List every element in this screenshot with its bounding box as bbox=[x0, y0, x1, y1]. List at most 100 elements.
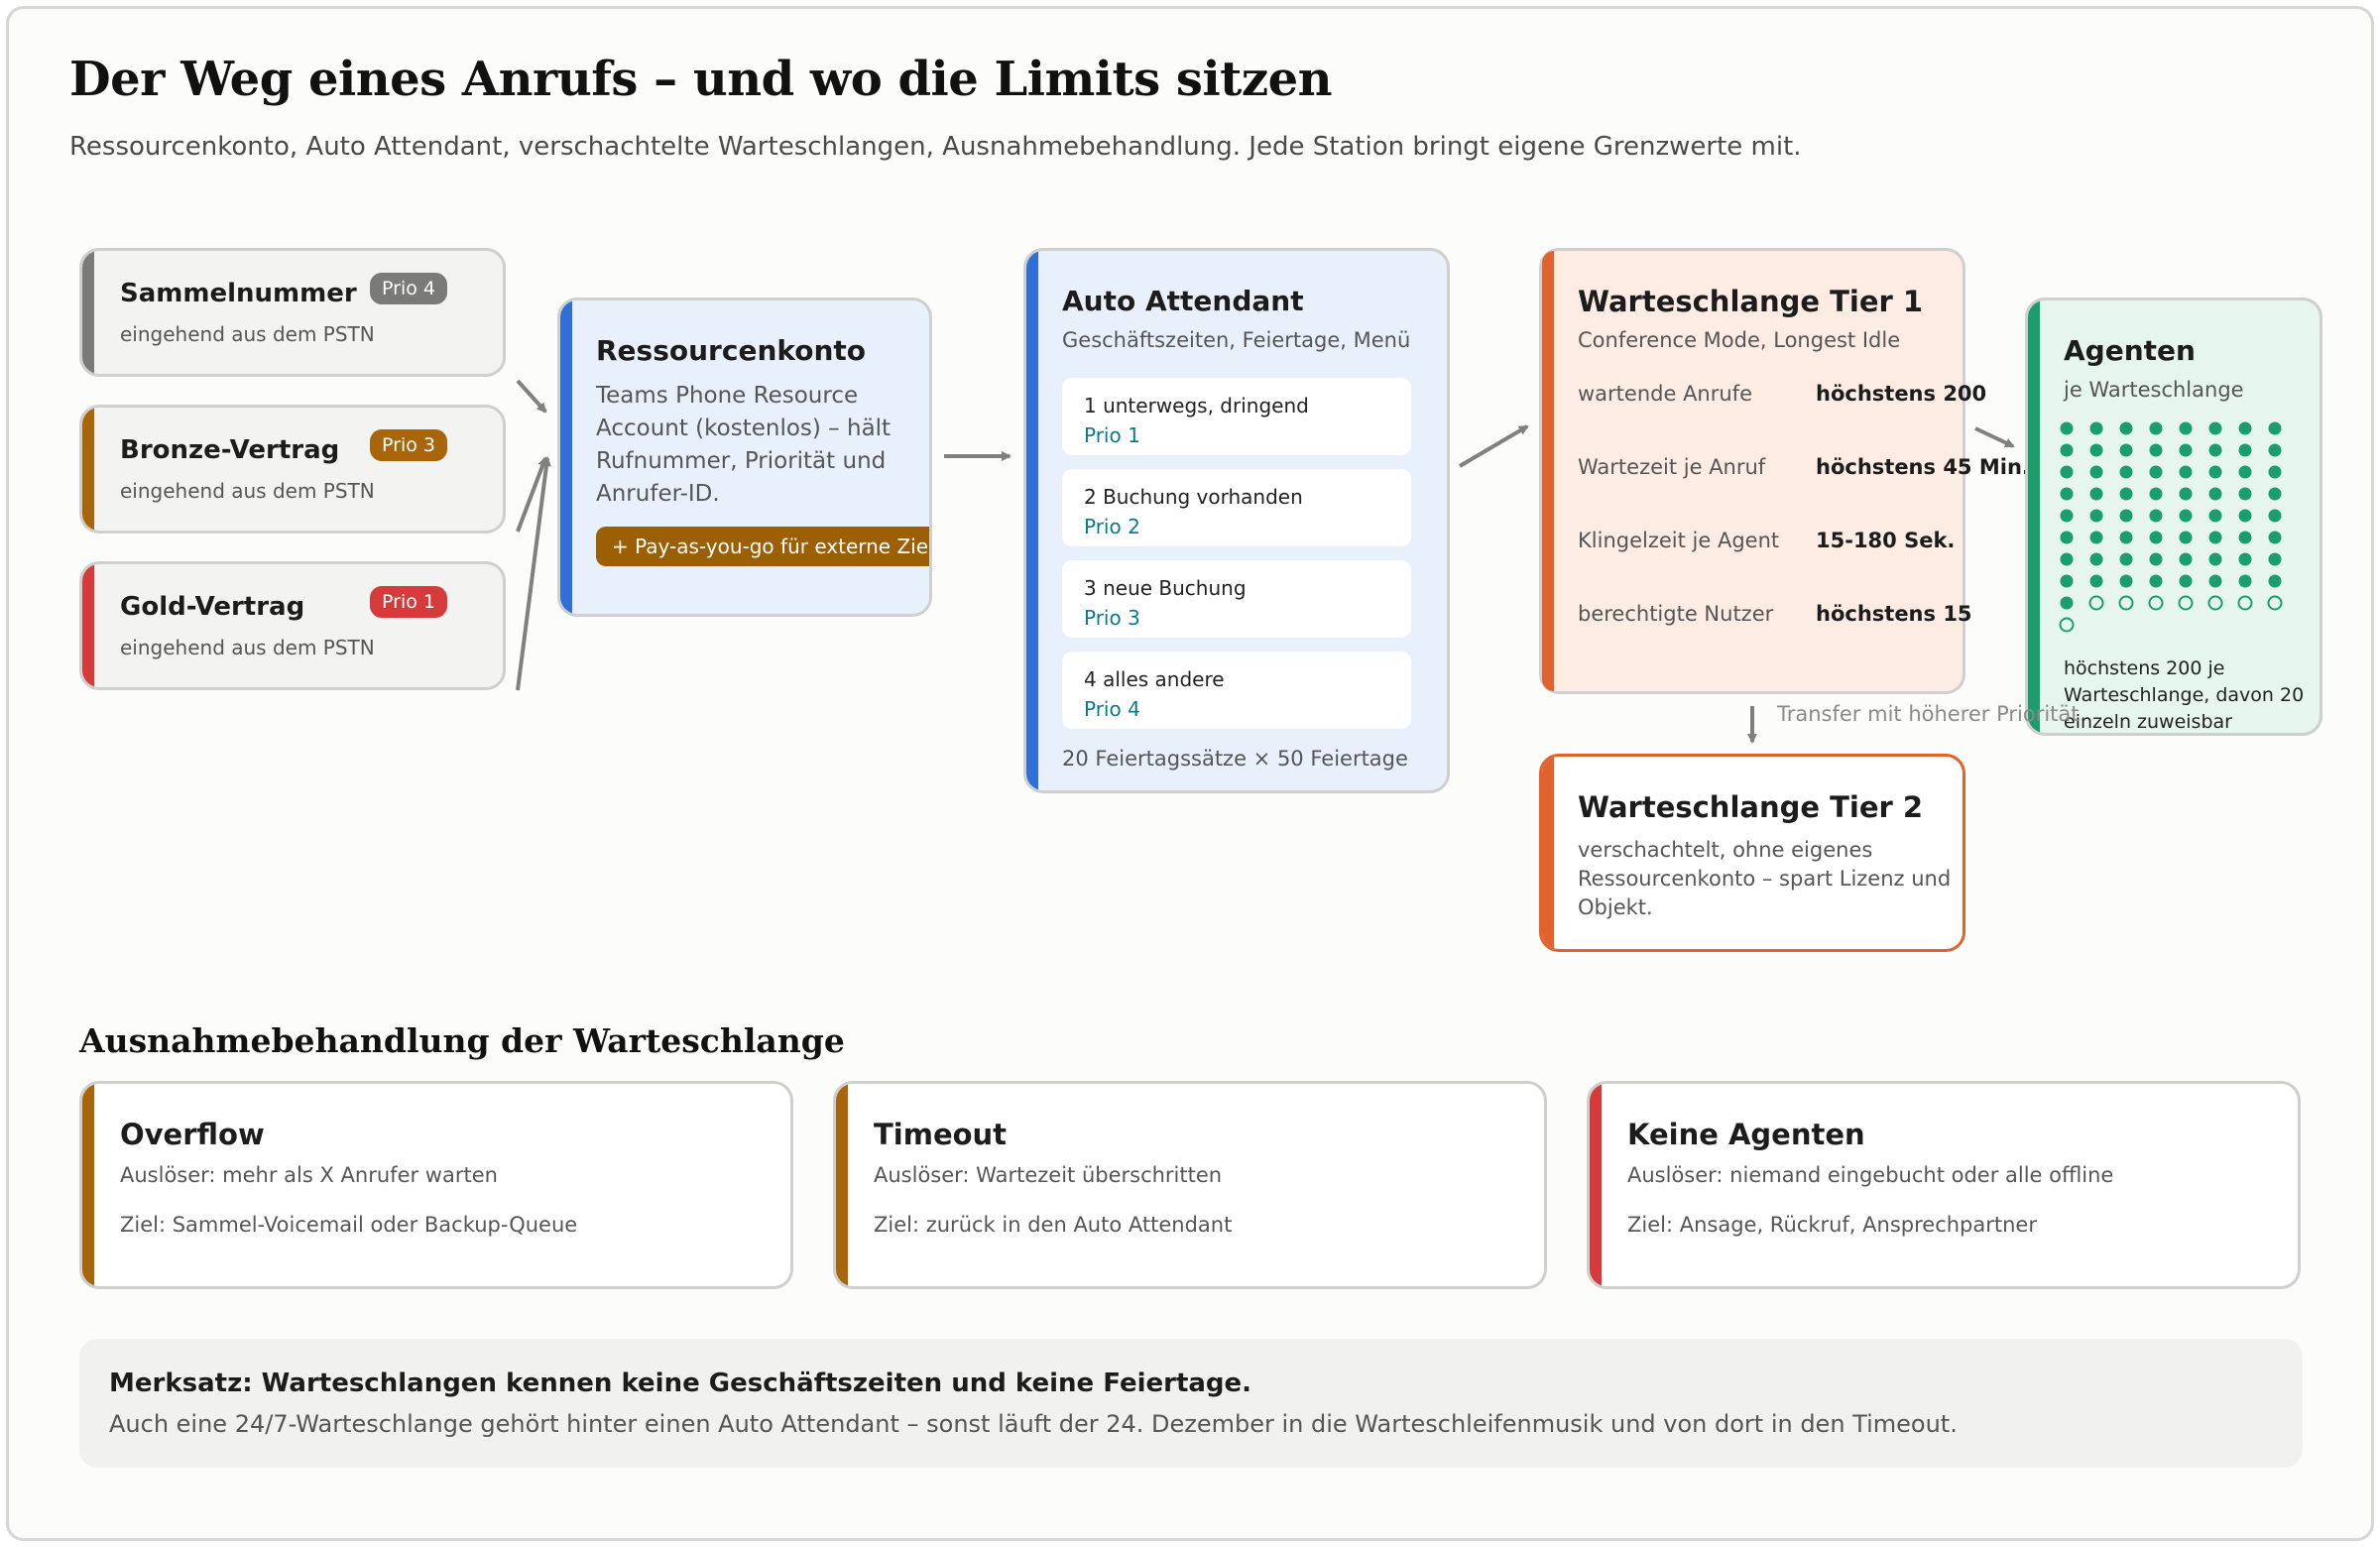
agent-dot-filled bbox=[2238, 421, 2252, 435]
memo-text: Auch eine 24/7-Warteschlange gehört hint… bbox=[109, 1410, 1958, 1438]
arrow-aa-to-queue bbox=[1458, 424, 1529, 468]
menu-option-2: 2 Buchung vorhanden Prio 2 bbox=[1062, 469, 1411, 546]
menu-option-prio: Prio 3 bbox=[1084, 606, 1140, 630]
queue-tier1-card: Warteschlange Tier 1 Conference Mode, Lo… bbox=[1539, 248, 2030, 694]
agent-dot-open bbox=[2088, 595, 2104, 611]
menu-option-prio: Prio 4 bbox=[1084, 697, 1140, 721]
menu-option-prio: Prio 1 bbox=[1084, 423, 1140, 447]
agent-dot-filled bbox=[2179, 509, 2193, 523]
resource-account-card: Ressourcenkonto Teams Phone Resource Acc… bbox=[557, 298, 932, 617]
agent-dot-filled bbox=[2268, 552, 2282, 566]
menu-option-4: 4 alles andere Prio 4 bbox=[1062, 652, 1411, 729]
source-accent-bar bbox=[82, 564, 94, 687]
source-desc: eingehend aus dem PSTN bbox=[120, 636, 375, 659]
resource-title: Ressourcenkonto bbox=[596, 334, 867, 367]
resource-accent-bar bbox=[560, 300, 572, 614]
queue-accent-bar bbox=[1542, 251, 1554, 691]
agent-dot-filled bbox=[2149, 443, 2163, 457]
agent-dot-filled bbox=[2238, 465, 2252, 479]
agent-dot-filled bbox=[2119, 465, 2133, 479]
agent-dot-filled bbox=[2119, 531, 2133, 544]
memo-box: Merksatz: Warteschlangen kennen keine Ge… bbox=[79, 1339, 2303, 1468]
limit-key: berechtigte Nutzer bbox=[1578, 602, 1774, 626]
exception-card-overflow: Overflow Auslöser: mehr als X Anrufer wa… bbox=[79, 1081, 793, 1289]
agent-dot-filled bbox=[2268, 509, 2282, 523]
exception-accent-bar bbox=[836, 1084, 848, 1286]
agent-dot-filled bbox=[2149, 487, 2163, 501]
agent-dot-filled bbox=[2060, 421, 2074, 435]
source-desc: eingehend aus dem PSTN bbox=[120, 322, 375, 346]
queue-tier2-card: Warteschlange Tier 2 verschachtelt, ohne… bbox=[1539, 754, 1965, 952]
source-accent-bar bbox=[82, 251, 94, 374]
agent-dot-filled bbox=[2238, 531, 2252, 544]
agents-accent-bar bbox=[2028, 300, 2040, 733]
priority-badge: Prio 4 bbox=[370, 273, 447, 304]
agent-dot-filled bbox=[2208, 465, 2222, 479]
auto-attendant-card: Auto Attendant Geschäftszeiten, Feiertag… bbox=[1023, 248, 1450, 793]
limit-key: Klingelzeit je Agent bbox=[1578, 529, 1780, 552]
payg-pill: + Pay-as-you-go für externe Ziele bbox=[596, 527, 929, 566]
menu-option-label: 2 Buchung vorhanden bbox=[1084, 485, 1303, 509]
agent-dot-filled bbox=[2179, 443, 2193, 457]
agent-dot-filled bbox=[2060, 509, 2074, 523]
agent-dot-filled bbox=[2208, 443, 2222, 457]
agent-dot-filled bbox=[2268, 465, 2282, 479]
agents-title: Agenten bbox=[2064, 334, 2196, 367]
menu-option-label: 1 unterwegs, dringend bbox=[1084, 394, 1309, 417]
agent-dot-filled bbox=[2238, 552, 2252, 566]
agent-dot-filled bbox=[2119, 443, 2133, 457]
agent-dot-open bbox=[2059, 617, 2075, 633]
queue-tier2-desc: verschachtelt, ohne eigenes Ressourcenko… bbox=[1578, 838, 1952, 919]
source-card-gold: Gold-Vertrag eingehend aus dem PSTN Prio… bbox=[79, 561, 506, 690]
agent-dot-filled bbox=[2119, 421, 2133, 435]
agent-dot-filled bbox=[2089, 531, 2103, 544]
agent-dot-filled bbox=[2149, 465, 2163, 479]
agent-dot-filled bbox=[2089, 487, 2103, 501]
exception-trigger: Auslöser: Wartezeit überschritten bbox=[874, 1163, 1223, 1187]
agent-dot-open bbox=[2267, 595, 2283, 611]
agents-card: Agenten je Warteschlange höchstens 200 j… bbox=[2025, 298, 2322, 736]
source-name: Gold-Vertrag bbox=[120, 592, 305, 622]
exception-target: Ziel: Ansage, Rückruf, Ansprechpartner bbox=[1627, 1213, 2037, 1237]
exception-card-no-agents: Keine Agenten Auslöser: niemand eingebuc… bbox=[1587, 1081, 2301, 1289]
agent-dot-filled bbox=[2179, 465, 2193, 479]
source-accent-bar bbox=[82, 408, 94, 531]
limit-value: höchstens 45 Min. bbox=[1816, 455, 2030, 479]
agent-dot-open bbox=[2118, 595, 2134, 611]
limit-value: höchstens 15 bbox=[1816, 602, 1972, 626]
agents-footer: höchstens 200 je Warteschlange, davon 20… bbox=[2064, 657, 2305, 733]
agent-dot-filled bbox=[2268, 574, 2282, 588]
agent-dot-filled bbox=[2089, 552, 2103, 566]
queue-tier2-accent-bar bbox=[1542, 757, 1554, 949]
agent-dot-filled bbox=[2208, 531, 2222, 544]
agent-dot-filled bbox=[2208, 421, 2222, 435]
agent-dot-filled bbox=[2060, 574, 2074, 588]
agent-dot-filled bbox=[2238, 443, 2252, 457]
agent-dot-filled bbox=[2208, 509, 2222, 523]
agent-dot-filled bbox=[2208, 552, 2222, 566]
agent-dot-filled bbox=[2060, 552, 2074, 566]
agent-dot-filled bbox=[2268, 487, 2282, 501]
source-name: Bronze-Vertrag bbox=[120, 435, 340, 465]
agent-dot-filled bbox=[2119, 574, 2133, 588]
limit-value: 15-180 Sek. bbox=[1816, 529, 1956, 552]
agent-dot-open bbox=[2178, 595, 2194, 611]
agent-dot-filled bbox=[2238, 509, 2252, 523]
agent-dot-filled bbox=[2268, 421, 2282, 435]
exception-target: Ziel: Sammel-Voicemail oder Backup-Queue bbox=[120, 1213, 578, 1237]
agent-dot-filled bbox=[2149, 574, 2163, 588]
exception-title: Keine Agenten bbox=[1627, 1118, 1865, 1151]
exception-accent-bar bbox=[1590, 1084, 1602, 1286]
exception-title: Overflow bbox=[120, 1118, 265, 1151]
queue-tier1-title: Warteschlange Tier 1 bbox=[1578, 285, 1924, 318]
aa-accent-bar bbox=[1026, 251, 1038, 790]
agent-dot-filled bbox=[2238, 574, 2252, 588]
exception-card-timeout: Timeout Auslöser: Wartezeit überschritte… bbox=[833, 1081, 1547, 1289]
agent-dot-grid bbox=[2059, 421, 2283, 633]
agent-dot-open bbox=[2207, 595, 2223, 611]
exception-accent-bar bbox=[82, 1084, 94, 1286]
exception-title: Timeout bbox=[874, 1118, 1008, 1151]
agent-dot-filled bbox=[2179, 487, 2193, 501]
agent-dot-filled bbox=[2060, 487, 2074, 501]
aa-title: Auto Attendant bbox=[1062, 285, 1304, 317]
